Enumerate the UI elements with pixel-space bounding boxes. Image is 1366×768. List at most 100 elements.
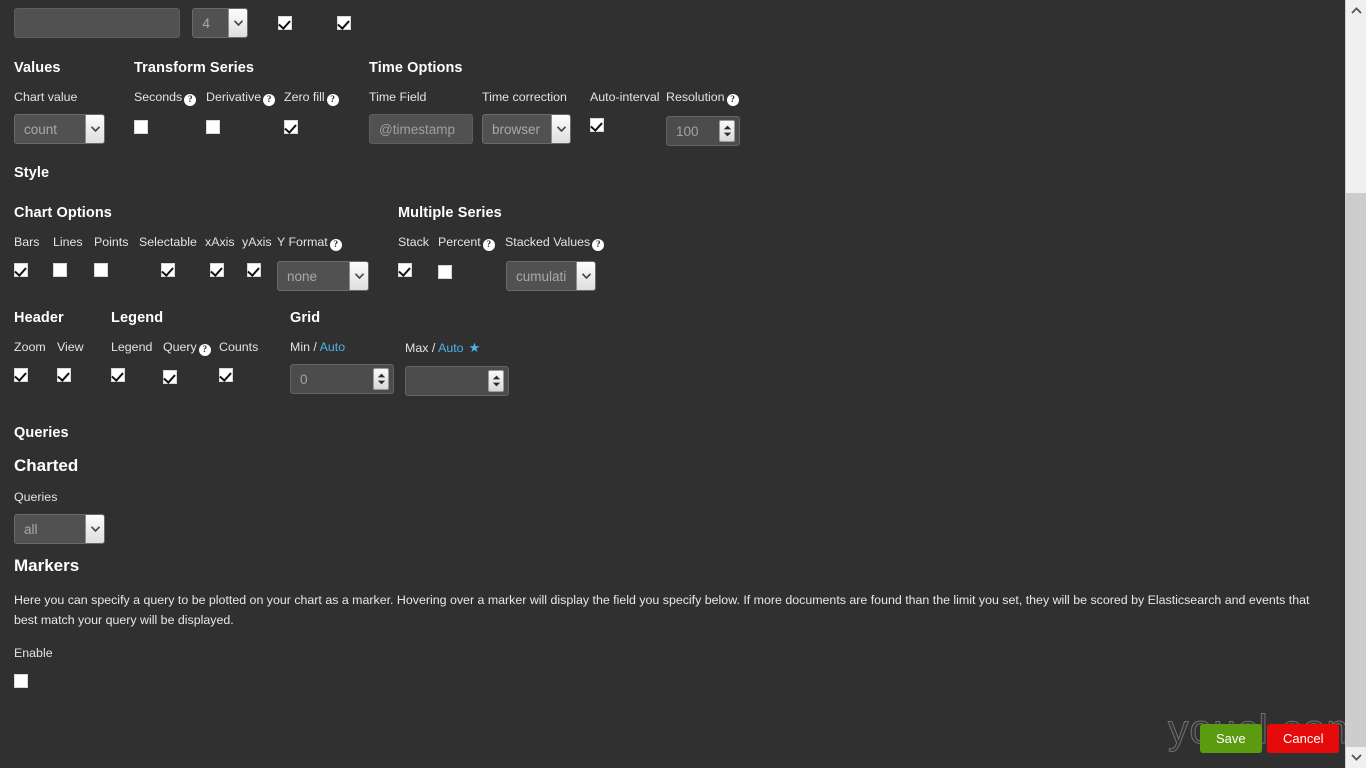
stepper-buttons[interactable] bbox=[719, 120, 735, 142]
markers-enable-checkbox[interactable] bbox=[14, 673, 28, 688]
markers-section: Markers Here you can specify a query to … bbox=[14, 556, 1324, 690]
selectable-label: Selectable bbox=[139, 235, 197, 249]
help-icon[interactable]: ? bbox=[329, 239, 342, 251]
percent-label-text: Percent bbox=[438, 235, 481, 249]
stepper-down-icon[interactable] bbox=[723, 132, 732, 137]
grid-min-label: Min / Auto bbox=[290, 340, 405, 354]
stack-checkbox[interactable] bbox=[398, 262, 412, 277]
scrollbar-thumb[interactable] bbox=[1346, 193, 1366, 747]
percent-checkbox[interactable] bbox=[438, 264, 452, 279]
help-icon[interactable]: ? bbox=[726, 94, 739, 106]
vertical-scrollbar[interactable] bbox=[1345, 0, 1366, 768]
seconds-label: Seconds? bbox=[134, 90, 206, 106]
queries-select[interactable]: all bbox=[14, 514, 105, 544]
counts-checkbox[interactable] bbox=[219, 367, 233, 382]
resolution-stepper[interactable]: 100 bbox=[666, 116, 740, 146]
derivative-label: Derivative? bbox=[206, 90, 284, 106]
help-icon[interactable]: ? bbox=[482, 239, 495, 251]
stepper-buttons[interactable] bbox=[488, 370, 504, 392]
scroll-down-arrow-icon[interactable] bbox=[1346, 747, 1366, 768]
seconds-checkbox[interactable] bbox=[134, 119, 148, 134]
xaxis-checkbox[interactable] bbox=[210, 262, 224, 277]
grid-min-sep: / bbox=[309, 340, 320, 354]
stack-label: Stack bbox=[398, 235, 429, 249]
settings-dialog: 4 Values Chart value count Transform Ser… bbox=[0, 0, 1366, 768]
view-checkbox[interactable] bbox=[57, 367, 71, 382]
resolution-value: 100 bbox=[676, 123, 699, 139]
chart-value-select[interactable]: count bbox=[14, 114, 105, 144]
time-options-section: Time Options Time Field Time correction … bbox=[369, 60, 756, 146]
bars-checkbox[interactable] bbox=[14, 262, 28, 277]
cancel-button[interactable]: Cancel bbox=[1267, 724, 1340, 753]
stepper-buttons[interactable] bbox=[373, 368, 389, 390]
stepper-down-icon[interactable] bbox=[377, 380, 386, 385]
chart-options-section: Chart Options Bars Lines Points Selectab… bbox=[14, 205, 377, 291]
grid-min-value: 0 bbox=[300, 371, 308, 387]
stepper-up-icon[interactable] bbox=[723, 125, 732, 130]
multiple-series-heading: Multiple Series bbox=[398, 205, 502, 221]
help-icon[interactable]: ? bbox=[263, 94, 276, 106]
grid-max-label-text: Max bbox=[405, 341, 429, 355]
grid-min-auto-link[interactable]: Auto bbox=[320, 340, 346, 354]
style-heading: Style bbox=[14, 165, 50, 181]
query-checkbox[interactable] bbox=[163, 369, 177, 384]
help-icon[interactable]: ? bbox=[198, 344, 211, 356]
settings-panel-body: 4 Values Chart value count Transform Ser… bbox=[0, 0, 1345, 768]
points-checkbox[interactable] bbox=[94, 262, 108, 277]
header-section: Header Zoom View bbox=[14, 310, 102, 384]
charted-heading: Charted bbox=[14, 456, 79, 475]
y-format-label-text: Y Format bbox=[277, 235, 328, 249]
transform-series-section: Transform Series Seconds? Derivative? Ze… bbox=[134, 60, 354, 136]
resolution-label: Resolution? bbox=[666, 90, 756, 106]
y-format-select[interactable]: none bbox=[277, 261, 369, 291]
time-correction-select[interactable]: browser bbox=[482, 114, 571, 144]
y-format-label: Y Format? bbox=[277, 235, 377, 251]
chevron-down-icon bbox=[576, 262, 595, 290]
lines-checkbox[interactable] bbox=[53, 262, 67, 277]
header-heading: Header bbox=[14, 310, 64, 326]
multiple-series-section: Multiple Series Stack Percent? Stacked V… bbox=[398, 205, 625, 291]
style-section: Style bbox=[14, 165, 49, 181]
stepper-down-icon[interactable] bbox=[492, 382, 501, 387]
zero-fill-checkbox[interactable] bbox=[284, 119, 298, 134]
legend-checkbox[interactable] bbox=[111, 367, 125, 382]
grid-min-label-text: Min bbox=[290, 340, 310, 354]
time-field-input[interactable] bbox=[369, 114, 473, 144]
chevron-down-icon bbox=[349, 262, 368, 290]
selectable-checkbox[interactable] bbox=[161, 262, 175, 277]
grid-min-stepper[interactable]: 0 bbox=[290, 364, 394, 394]
topbar-row: 4 bbox=[14, 8, 352, 38]
yaxis-checkbox[interactable] bbox=[247, 262, 261, 277]
help-icon[interactable]: ? bbox=[592, 239, 605, 251]
save-button[interactable]: Save bbox=[1200, 724, 1262, 753]
legend-toggle-label: Legend bbox=[111, 340, 153, 354]
scroll-up-arrow-icon[interactable] bbox=[1346, 0, 1366, 21]
help-icon[interactable]: ? bbox=[326, 94, 339, 106]
chevron-down-icon bbox=[228, 9, 248, 37]
view-label: View bbox=[57, 340, 84, 354]
seconds-label-text: Seconds bbox=[134, 90, 183, 104]
topbar-text-input[interactable] bbox=[14, 8, 180, 38]
stepper-up-icon[interactable] bbox=[492, 375, 501, 380]
chevron-down-icon bbox=[551, 115, 570, 143]
help-icon[interactable]: ? bbox=[184, 94, 197, 106]
auto-interval-checkbox[interactable] bbox=[590, 117, 604, 132]
topbar-checkbox-b[interactable] bbox=[337, 16, 352, 30]
grid-max-stepper[interactable] bbox=[405, 366, 509, 396]
zoom-checkbox[interactable] bbox=[14, 367, 28, 382]
stacked-values-label-text: Stacked Values bbox=[505, 235, 591, 249]
queries-select-label: Queries bbox=[14, 490, 58, 504]
queries-section: Queries Charted Queries all bbox=[14, 425, 105, 544]
chart-value-label: Chart value bbox=[14, 90, 78, 104]
time-correction-label: Time correction bbox=[482, 90, 567, 104]
stepper-up-icon[interactable] bbox=[377, 373, 386, 378]
counts-label: Counts bbox=[219, 340, 259, 354]
zoom-label: Zoom bbox=[14, 340, 46, 354]
stacked-values-select[interactable]: cumulati bbox=[506, 261, 596, 291]
grid-max-auto-link[interactable]: Auto bbox=[438, 341, 464, 355]
derivative-checkbox[interactable] bbox=[206, 119, 220, 134]
topbar-span-select[interactable]: 4 bbox=[192, 8, 249, 38]
star-icon[interactable]: ★ bbox=[469, 340, 481, 355]
grid-section: Grid Min / Auto 0 Max / Auto ★ bbox=[290, 310, 520, 396]
topbar-checkbox-a[interactable] bbox=[277, 16, 292, 30]
